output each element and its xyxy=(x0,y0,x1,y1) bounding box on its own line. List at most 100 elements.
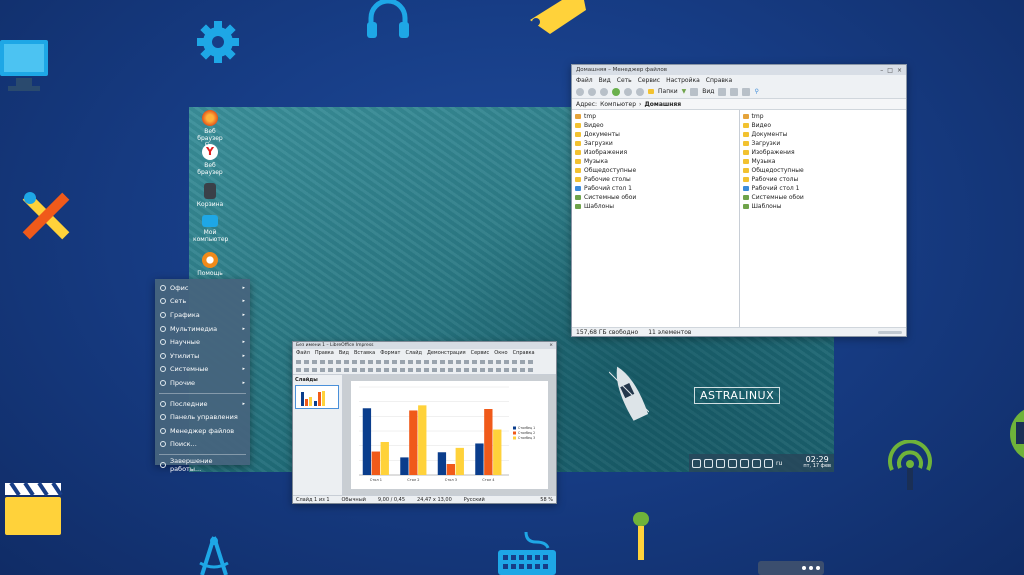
list-item[interactable]: Музыка xyxy=(575,157,736,166)
list-item[interactable]: Шаблоны xyxy=(742,202,904,211)
forward-icon[interactable] xyxy=(588,87,596,96)
menu-item-control-panel[interactable]: Панель управления xyxy=(155,410,250,424)
zoom-slider[interactable] xyxy=(878,330,902,334)
list-item[interactable]: Рабочий стол 1 xyxy=(742,184,904,193)
brightness-icon[interactable] xyxy=(716,458,725,468)
menu-item-office[interactable]: Офис ▸ xyxy=(155,281,250,295)
breadcrumb-computer[interactable]: Компьютер xyxy=(600,101,636,108)
chevron-right-icon: ▸ xyxy=(242,311,245,318)
list-item[interactable]: tmp xyxy=(575,112,736,121)
menu-item-search[interactable]: Поиск... xyxy=(155,438,250,452)
impress-toolbar[interactable] xyxy=(293,357,556,375)
desktop-icon-computer[interactable]: Мой компьютер xyxy=(193,215,228,243)
zoom-level[interactable]: 58 % xyxy=(540,497,553,503)
menu-item-recent[interactable]: Последние ▸ xyxy=(155,397,250,411)
address-bar[interactable]: Адрес: Компьютер › Домашняя xyxy=(572,99,906,110)
list-item[interactable]: Загрузки xyxy=(742,139,904,148)
back-icon[interactable] xyxy=(576,87,584,96)
volume-icon[interactable] xyxy=(704,458,713,468)
close-icon[interactable]: × xyxy=(897,67,902,74)
list-item[interactable]: Системные обои xyxy=(742,193,904,202)
imp-menu-window[interactable]: Окно xyxy=(494,350,507,356)
filter-icon[interactable]: ▼ xyxy=(682,88,687,95)
wifi-icon[interactable] xyxy=(740,458,749,468)
list-item[interactable]: Системные обои xyxy=(575,193,736,202)
fm-menu-file[interactable]: Файл xyxy=(576,77,593,84)
home-icon[interactable] xyxy=(612,87,620,96)
bluetooth-icon[interactable] xyxy=(728,458,737,468)
menu-item-utilities[interactable]: Утилиты ▸ xyxy=(155,349,250,363)
menu-item-graphics[interactable]: Графика ▸ xyxy=(155,308,250,322)
fm-menu-view[interactable]: Вид xyxy=(599,77,611,84)
imp-menu-file[interactable]: Файл xyxy=(296,350,310,356)
list-item[interactable]: Изображения xyxy=(742,148,904,157)
imp-menu-tools[interactable]: Сервис xyxy=(471,350,490,356)
minimize-icon[interactable]: – xyxy=(880,67,883,74)
close-icon[interactable]: × xyxy=(549,343,553,348)
list-item[interactable]: tmp xyxy=(742,112,904,121)
fm-menu-service[interactable]: Сервис xyxy=(638,77,660,84)
battery-icon[interactable] xyxy=(752,458,761,468)
menu-item-other[interactable]: Прочие ▸ xyxy=(155,376,250,390)
file-name: Шаблоны xyxy=(584,203,614,210)
fm-titlebar[interactable]: Домашняя – Менеджер файлов – □ × xyxy=(572,65,906,75)
list-item[interactable]: Загрузки xyxy=(575,139,736,148)
fm-menu-settings[interactable]: Настройка xyxy=(666,77,700,84)
list-item[interactable]: Общедоступные xyxy=(575,166,736,175)
maximize-icon[interactable]: □ xyxy=(887,67,893,74)
imp-menu-format[interactable]: Формат xyxy=(380,350,400,356)
imp-menu-insert[interactable]: Вставка xyxy=(354,350,375,356)
stop-icon[interactable] xyxy=(624,87,632,96)
show-desktop-icon[interactable] xyxy=(692,458,701,468)
menu-item-label: Сеть xyxy=(170,297,187,306)
fm-menu-help[interactable]: Справка xyxy=(706,77,732,84)
keyboard-tray-icon[interactable] xyxy=(764,458,773,468)
list-item[interactable]: Видео xyxy=(575,121,736,130)
copy-icon[interactable] xyxy=(730,87,739,96)
slide[interactable]: Стол 1 Стол 2 Стол 3 Стол 4 Столбец 1 Столбец… xyxy=(351,381,548,489)
desktop-icon-yandex[interactable]: Y Веб браузер xyxy=(193,144,227,176)
list-item[interactable]: Музыка xyxy=(742,157,904,166)
folders-button[interactable]: Папки xyxy=(658,88,678,95)
list-item[interactable]: Видео xyxy=(742,121,904,130)
menu-item-system[interactable]: Системные ▸ xyxy=(155,363,250,377)
list-item[interactable]: Рабочие столы xyxy=(575,175,736,184)
up-icon[interactable] xyxy=(600,87,608,96)
menu-item-shutdown[interactable]: Завершение работы... xyxy=(155,457,250,473)
imp-menu-slide[interactable]: Слайд xyxy=(405,350,421,356)
paste-icon[interactable] xyxy=(742,87,751,96)
menu-item-science[interactable]: Научные ▸ xyxy=(155,335,250,349)
slide-canvas[interactable]: Стол 1 Стол 2 Стол 3 Стол 4 Столбец 1 Столбец… xyxy=(343,375,556,495)
list-item[interactable]: Рабочий стол 1 xyxy=(575,184,736,193)
search-icon[interactable]: ⚲ xyxy=(754,88,758,95)
list-item[interactable]: Рабочие столы xyxy=(742,175,904,184)
refresh-icon[interactable] xyxy=(636,87,644,96)
bar-2-1 xyxy=(400,457,409,475)
imp-menu-view[interactable]: Вид xyxy=(339,350,349,356)
cursor-position: 9,00 / 0,45 xyxy=(377,496,406,503)
view-mode-icon[interactable] xyxy=(690,87,699,96)
list-item[interactable]: Документы xyxy=(742,130,904,139)
slide-thumbnail[interactable] xyxy=(295,385,339,409)
menu-item-network[interactable]: Сеть ▸ xyxy=(155,295,250,309)
fm-menu-network[interactable]: Сеть xyxy=(617,77,632,84)
clock[interactable]: 02:29 пт, 17 фев xyxy=(803,456,831,470)
keyboard-layout[interactable]: ru xyxy=(776,460,782,467)
impress-titlebar[interactable]: Без имени 1 – LibreOffice Impress × xyxy=(293,342,556,349)
desktop-icon-help[interactable]: Помощь xyxy=(193,252,227,277)
desktop-icon-trash[interactable]: Корзина xyxy=(193,183,227,208)
list-item[interactable]: Документы xyxy=(575,130,736,139)
list-item[interactable]: Общедоступные xyxy=(742,166,904,175)
list-item[interactable]: Шаблоны xyxy=(575,202,736,211)
imp-menu-edit[interactable]: Правка xyxy=(315,350,334,356)
split-view-icon[interactable] xyxy=(718,87,727,96)
bar-chart[interactable]: Стол 1 Стол 2 Стол 3 Стол 4Столбец 1Столбец… xyxy=(351,381,541,489)
view-button[interactable]: Вид xyxy=(702,88,714,95)
menu-item-label: Поиск... xyxy=(170,440,197,449)
list-item[interactable]: Изображения xyxy=(575,148,736,157)
menu-item-file-manager[interactable]: Менеджер файлов xyxy=(155,424,250,438)
imp-menu-help[interactable]: Справка xyxy=(513,350,535,356)
menu-item-multimedia[interactable]: Мультимедиа ▸ xyxy=(155,322,250,336)
breadcrumb-home[interactable]: Домашняя xyxy=(644,101,681,108)
imp-menu-slideshow[interactable]: Демонстрация xyxy=(427,350,466,356)
